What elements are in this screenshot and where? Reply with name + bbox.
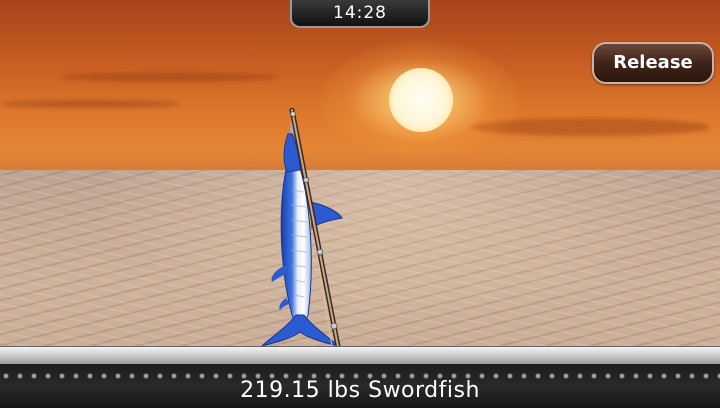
game-scene: 14:28 Release 219.15 lbs Swordfish (0, 0, 720, 408)
cloud-streak (60, 72, 280, 82)
timer-display: 14:28 (290, 0, 430, 28)
cloud-streak (0, 100, 180, 108)
sun (389, 68, 453, 132)
catch-summary: 219.15 lbs Swordfish (240, 378, 480, 403)
release-button[interactable]: Release (592, 42, 714, 84)
